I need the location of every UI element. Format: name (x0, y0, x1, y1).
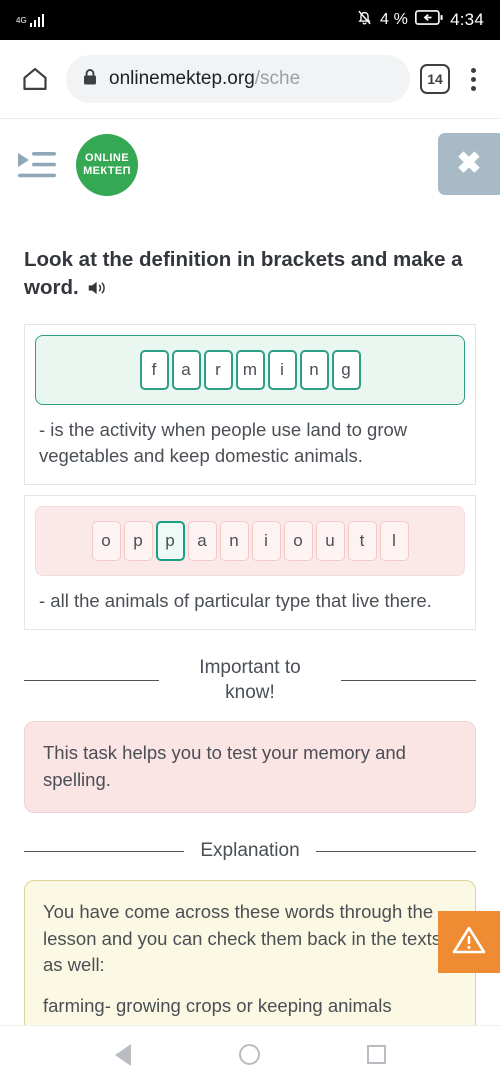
word-card-list: farming- is the activity when people use… (24, 323, 476, 630)
letter-tile[interactable]: n (219, 521, 249, 562)
letter-tile[interactable]: u (315, 521, 345, 562)
home-circle-icon[interactable] (225, 1035, 275, 1075)
letter-tile[interactable]: l (379, 521, 409, 562)
important-heading: Important to know! (199, 657, 301, 703)
divider-rule-left (24, 680, 159, 682)
word-definition: - all the animals of particular type tha… (39, 590, 432, 612)
letter-tile-strip: farming (35, 334, 465, 405)
address-bar[interactable]: onlinemektep.org/sche (66, 55, 410, 103)
divider-rule-right (341, 680, 476, 682)
letter-tile[interactable]: r (203, 349, 233, 390)
letter-tile[interactable]: m (235, 349, 265, 390)
status-clock: 4:34 (450, 10, 484, 29)
letter-tile[interactable]: o (283, 521, 313, 562)
important-info-box: This task helps you to test your memory … (24, 721, 476, 813)
letter-tile-strip: oppanioutl (35, 506, 465, 577)
task-title: Look at the definition in brackets and m… (24, 246, 476, 306)
app-header: ONLINE МЕКТЕП ✖ (0, 118, 500, 210)
explanation-heading: Explanation (200, 840, 300, 861)
warning-badge[interactable] (438, 911, 500, 973)
indent-menu-icon[interactable] (18, 149, 58, 181)
close-icon: ✖ (456, 147, 482, 180)
onlinemektep-logo[interactable]: ONLINE МЕКТЕП (76, 133, 138, 196)
word-definition: - is the activity when people use land t… (39, 418, 408, 467)
home-icon[interactable] (14, 58, 56, 100)
status-bar-left: 4G (16, 13, 45, 27)
battery-charging-icon (415, 10, 443, 30)
important-body-text: This task helps you to test your memory … (43, 742, 406, 791)
battery-percent-label: 4 % (379, 11, 409, 28)
lesson-content: Look at the definition in brackets and m… (0, 210, 500, 1025)
warning-triangle-icon (451, 924, 487, 961)
letter-tile[interactable]: g (331, 349, 361, 390)
status-bar-right: 4 % 4:34 (356, 9, 484, 31)
speaker-icon[interactable] (87, 277, 108, 305)
letter-tile[interactable]: i (251, 521, 281, 562)
letter-tile[interactable]: t (347, 521, 377, 562)
word-card: farming - is the activity when people use… (24, 323, 476, 486)
recents-square-icon[interactable] (352, 1035, 402, 1075)
letter-tile[interactable]: p (155, 521, 185, 562)
explanation-info-box: You have come across these words through… (24, 879, 476, 1025)
tab-counter-button[interactable]: 14 (420, 64, 450, 94)
browser-toolbar: onlinemektep.org/sche 14 (0, 40, 500, 118)
letter-tile[interactable]: a (187, 521, 217, 562)
lock-icon (82, 68, 98, 91)
bell-muted-icon (356, 9, 373, 31)
explanation-section-header: Explanation (24, 839, 477, 864)
letter-tile[interactable]: i (267, 349, 297, 390)
divider-rule-left-2 (24, 850, 185, 852)
phone-screen: 4G 4 % 4:34 onlinemektep.org/sche 14 ONL… (0, 0, 500, 1083)
android-nav-bar (0, 1025, 500, 1083)
letter-tile[interactable]: n (299, 349, 329, 390)
letter-tile[interactable]: f (139, 349, 169, 390)
explanation-paragraph-2: farming- growing crops or keeping animal… (43, 995, 392, 1017)
letter-tile[interactable]: p (123, 521, 153, 562)
logo-line-2: МЕКТЕП (83, 164, 131, 177)
signal-bars-icon (29, 13, 45, 27)
letter-tile[interactable]: o (91, 521, 121, 562)
letter-tile[interactable]: a (171, 349, 201, 390)
url-text: onlinemektep.org/sche (109, 68, 301, 89)
back-triangle-icon[interactable] (98, 1035, 148, 1075)
status-bar: 4G 4 % 4:34 (0, 0, 500, 40)
network-type-label: 4G (16, 16, 27, 25)
divider-rule-right-2 (315, 850, 477, 852)
close-button[interactable]: ✖ (438, 133, 500, 195)
word-card: oppanioutl- all the animals of particula… (24, 495, 476, 630)
logo-line-1: ONLINE (85, 151, 129, 164)
explanation-paragraph-1: You have come across these words through… (43, 900, 441, 976)
important-section-header: Important to know! (24, 656, 476, 705)
kebab-menu-icon[interactable] (460, 67, 486, 91)
